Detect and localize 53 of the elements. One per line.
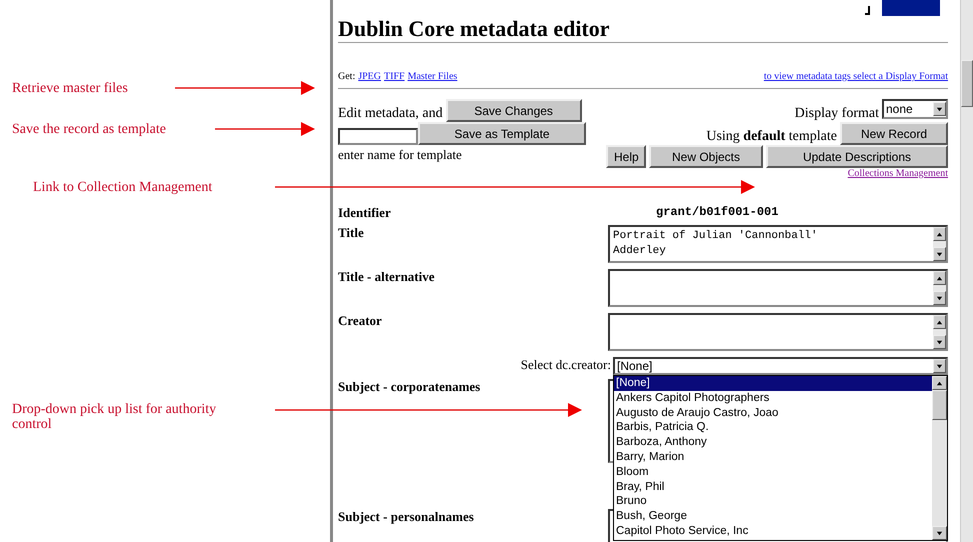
- scrollbar[interactable]: [960, 0, 973, 542]
- field-label: Subject - personalnames: [338, 509, 474, 524]
- link[interactable]: to view metadata tags select a Display Format: [764, 71, 948, 82]
- field-value: grant/b01f001-001: [656, 205, 778, 220]
- action-button[interactable]: Update Descriptions: [766, 145, 948, 168]
- select-label: Select dc.creator:: [520, 357, 612, 374]
- text-area[interactable]: Portrait of Julian 'Cannonball' Adderley: [608, 225, 948, 263]
- scroll-up-icon[interactable]: [933, 271, 946, 285]
- scroll-thumb[interactable]: [932, 390, 947, 420]
- annotation-text: Save the record as template: [12, 122, 166, 137]
- display-format-label: Display format: [794, 106, 879, 122]
- dropdown-option[interactable]: [None]: [614, 376, 932, 391]
- dropdown-option[interactable]: Barboza, Anthony: [614, 435, 932, 450]
- new-record-button[interactable]: New Record: [840, 122, 948, 145]
- action-button[interactable]: New Objects: [649, 145, 763, 168]
- annotation-text: Drop-down pick up list for authority control: [12, 402, 218, 432]
- dropdown-option[interactable]: Bray, Phil: [614, 480, 932, 494]
- page-title: Dublin Core metadata editor: [338, 16, 610, 42]
- dropdown-option[interactable]: Bush, George: [614, 509, 932, 524]
- field-label: Identifier: [338, 205, 391, 220]
- scroll-up-icon[interactable]: [933, 315, 946, 329]
- dropdown-option[interactable]: Bruno: [614, 494, 932, 510]
- annotation-text: Link to Collection Management: [33, 180, 212, 195]
- get-label: Get:: [338, 71, 356, 82]
- collections-link[interactable]: Collections Management: [848, 168, 948, 179]
- field-label: Title: [338, 225, 364, 240]
- field-label: Creator: [338, 313, 382, 328]
- annotation-text: Retrieve master files: [12, 81, 128, 96]
- scroll-thumb[interactable]: [961, 60, 973, 107]
- action-button[interactable]: Help: [606, 145, 646, 168]
- dropdown-option[interactable]: Bloom: [614, 464, 932, 480]
- dropdown-option[interactable]: Barbis, Patricia Q.: [614, 420, 932, 436]
- dropdown-option[interactable]: Augusto de Araujo Castro, Joao: [614, 406, 932, 420]
- dropdown-option[interactable]: Barry, Marion: [614, 450, 932, 465]
- field-label: Subject - corporatenames: [338, 379, 480, 394]
- field-label: Title - alternative: [338, 269, 435, 284]
- dropdown-option[interactable]: Capitol Photo Service, Inc: [614, 524, 932, 539]
- text-area[interactable]: [608, 269, 948, 307]
- scroll-up-icon[interactable]: [932, 376, 947, 390]
- save-changes-button[interactable]: Save Changes: [446, 99, 582, 122]
- display-format-select[interactable]: none: [882, 99, 948, 119]
- template-hint: enter name for template: [338, 147, 463, 163]
- dropdown-option[interactable]: Ankers Capitol Photographers: [614, 390, 932, 406]
- template-info: Using default template: [706, 129, 837, 145]
- edit-label: Edit metadata, and: [338, 106, 443, 122]
- save-as-template-button[interactable]: Save as Template: [418, 122, 586, 145]
- template-name-field[interactable]: [338, 128, 418, 145]
- text-area[interactable]: [608, 313, 948, 351]
- scroll-up-icon[interactable]: [933, 227, 946, 241]
- link[interactable]: JPEG: [358, 71, 382, 82]
- link[interactable]: Master Files: [408, 71, 458, 82]
- creator-select[interactable]: [None]: [613, 357, 948, 375]
- link[interactable]: TIFF: [384, 71, 405, 82]
